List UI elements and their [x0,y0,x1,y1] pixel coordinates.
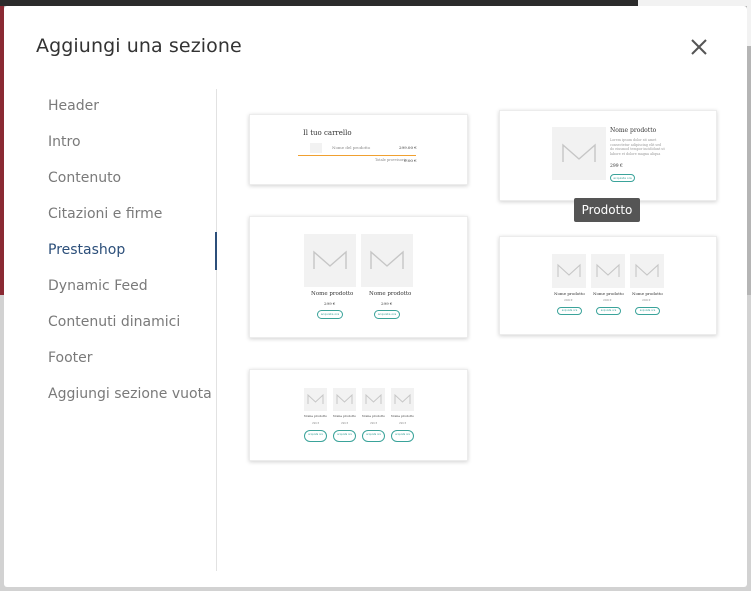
sidebar-item-contenuti-dinamici[interactable]: Contenuti dinamici [48,314,180,330]
template-card-two-products[interactable]: Nome prodotto Nome prodotto 299 € 299 € … [249,216,468,338]
product-name: Nome prodotto [554,291,585,296]
product-name: Nome prodotto [391,414,415,418]
image-placeholder-icon [557,263,581,277]
product-buy-button: acquista ora [362,430,385,442]
image-placeholder-icon [394,393,411,404]
cart-total-value: 0.00 € [404,158,417,163]
product-buy-button: acquista ora [374,310,400,319]
sidebar-item-prestashop[interactable]: Prestashop [48,242,125,258]
product-buy-button: acquista ora [391,430,414,442]
product-image-placeholder [304,234,356,287]
active-item-marker [215,232,217,270]
product-image-placeholder [362,388,385,411]
sidebar-item-empty-section[interactable]: Aggiungi sezione vuota [48,386,212,402]
template-card-cart[interactable]: Il tuo carrello Nome del prodotto 299.00… [249,114,468,185]
template-card-three-products[interactable]: Nome prodotto Nome prodotto Nome prodott… [499,236,717,335]
product-price: 299 € [370,422,378,425]
product-image-placeholder [333,388,356,411]
product-price: 299 € [341,422,349,425]
image-placeholder-icon [307,393,324,404]
product-name: Nome prodotto [333,414,357,418]
product-name: Nome prodotto [632,291,663,296]
cart-title: Il tuo carrello [303,129,352,137]
backdrop-right-strip [747,6,751,46]
product-price: 299 € [381,301,393,306]
sidebar-item-contenuto[interactable]: Contenuto [48,170,121,186]
cart-item-image [310,143,322,153]
product-detail-buy-button: acquista ora [610,174,635,182]
close-icon [691,39,707,55]
product-price: 299 € [642,298,651,302]
image-placeholder-icon [313,250,347,269]
image-placeholder-icon [370,250,404,269]
product-buy-button: acquista ora [333,430,356,442]
image-placeholder-icon [562,143,596,162]
cart-item-name: Nome del prodotto [332,145,371,150]
product-buy-button: acquista ora [596,307,621,315]
product-name: Nome prodotto [593,291,624,296]
product-detail-name: Nome prodotto [610,127,657,134]
sidebar-item-citazioni[interactable]: Citazioni e firme [48,206,162,222]
product-name: Nome prodotto [362,414,386,418]
product-name: Nome prodotto [311,291,354,297]
product-name: Nome prodotto [304,414,328,418]
product-detail-price: 299 € [610,164,623,169]
close-button[interactable] [686,34,712,60]
add-section-modal: Aggiungi una sezione Header Intro Conten… [4,6,747,587]
product-image-placeholder [552,254,586,288]
sidebar-item-footer[interactable]: Footer [48,350,93,366]
product-price: 299 € [603,298,612,302]
product-price: 299 € [564,298,573,302]
image-placeholder-icon [336,393,353,404]
image-placeholder-icon [635,263,659,277]
product-buy-button: acquista ora [557,307,582,315]
product-price: 299 € [324,301,336,306]
modal-title: Aggiungi una sezione [36,35,242,57]
product-price: 299 € [399,422,407,425]
product-buy-button: acquista ora [635,307,660,315]
sidebar-divider [216,89,217,571]
product-image-placeholder [361,234,413,287]
sidebar-item-header[interactable]: Header [48,98,99,114]
template-card-product-detail[interactable]: Nome prodotto Lorem ipsum dolor sit amet… [499,110,717,201]
image-placeholder-icon [596,263,620,277]
sidebar-item-intro[interactable]: Intro [48,134,81,150]
sidebar-item-dynamic-feed[interactable]: Dynamic Feed [48,278,148,294]
template-tooltip: Prodotto [574,198,640,222]
product-detail-description: Lorem ipsum dolor sit amet consectetur a… [610,138,665,156]
product-image-placeholder [552,127,606,180]
product-image-placeholder [304,388,327,411]
product-image-placeholder [630,254,664,288]
product-name: Nome prodotto [369,291,412,297]
product-image-placeholder [591,254,625,288]
image-placeholder-icon [365,393,382,404]
product-buy-button: acquista ora [317,310,343,319]
product-image-placeholder [391,388,414,411]
cart-separator [298,155,416,156]
product-price: 299 € [312,422,320,425]
product-buy-button: acquista ora [304,430,327,442]
cart-item-price: 299.00 € [399,145,417,150]
template-card-four-products[interactable]: Nome prodotto Nome prodotto Nome prodott… [249,369,468,461]
